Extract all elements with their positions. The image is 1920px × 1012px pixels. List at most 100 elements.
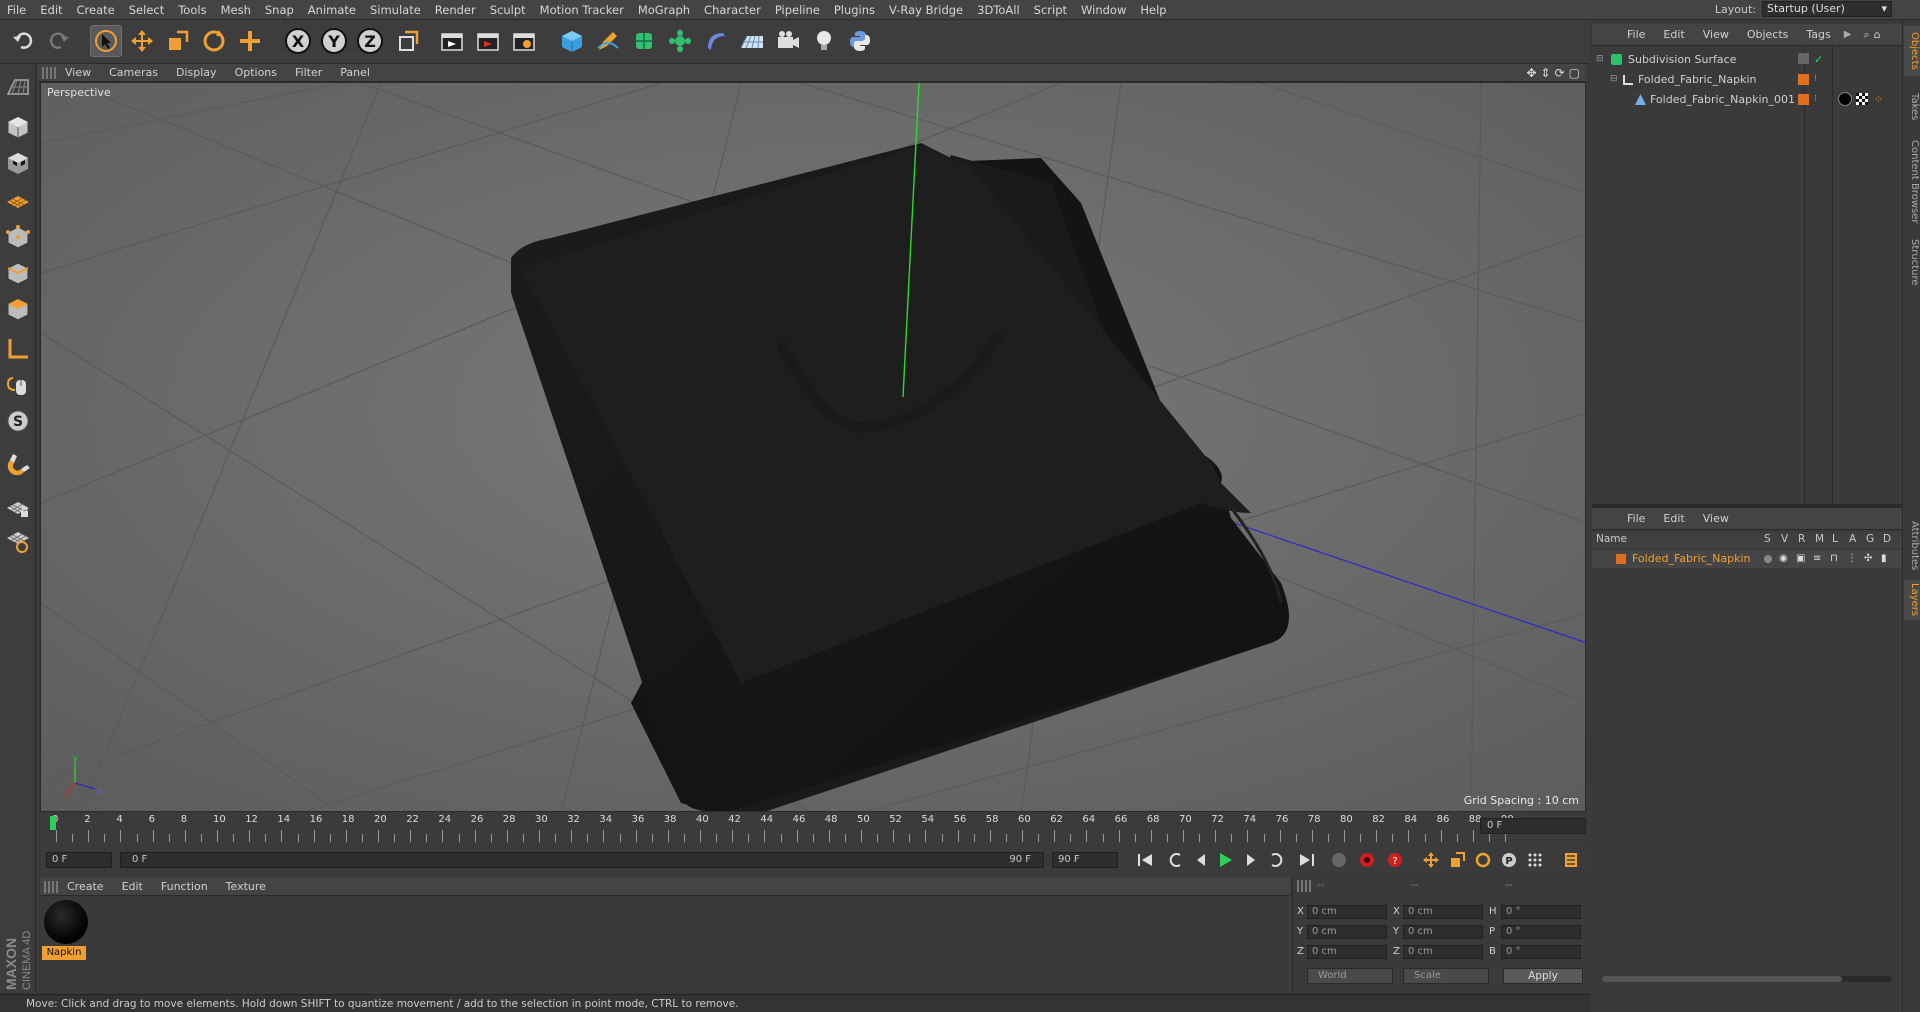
light-icon[interactable] xyxy=(808,25,840,57)
min-frame-field[interactable]: 0 F xyxy=(46,852,112,868)
panel-grip-icon[interactable] xyxy=(44,880,58,893)
tweak-mode-icon[interactable] xyxy=(3,370,33,400)
snap-magnet-icon[interactable] xyxy=(3,450,33,480)
render-toggle-icon[interactable]: ▣ xyxy=(1796,550,1805,568)
generator-toggle-icon[interactable]: ✣ xyxy=(1864,550,1872,568)
go-to-end-icon[interactable] xyxy=(1296,849,1318,871)
tab-layers[interactable]: Layers xyxy=(1904,580,1920,620)
menu-character[interactable]: Character xyxy=(697,0,768,20)
chevron-right-icon[interactable]: ▶ xyxy=(1844,29,1852,40)
material-swatch-napkin[interactable] xyxy=(44,900,88,944)
menu-render[interactable]: Render xyxy=(428,0,483,20)
material-tag-icon[interactable] xyxy=(1838,92,1852,106)
render-view-icon[interactable] xyxy=(436,25,468,57)
menu-motion-tracker[interactable]: Motion Tracker xyxy=(533,0,631,20)
next-frame-icon[interactable] xyxy=(1240,849,1262,871)
move-icon[interactable] xyxy=(126,25,158,57)
search-icon[interactable]: ⌕ xyxy=(1863,28,1869,42)
dolly-view-icon[interactable]: ⇕ xyxy=(1541,66,1551,80)
tab-objects[interactable]: Objects xyxy=(1904,26,1920,76)
workplane-mode-icon[interactable] xyxy=(3,184,33,214)
layer-color-swatch[interactable] xyxy=(1798,94,1809,105)
undo-icon[interactable] xyxy=(8,25,40,57)
subdivision-icon[interactable] xyxy=(628,25,660,57)
pos-y-field[interactable]: 0 cm xyxy=(1307,925,1387,939)
planar-workplane-icon[interactable] xyxy=(3,526,33,556)
perspective-viewport[interactable]: y z Perspective Grid Spacing : 10 cm xyxy=(40,82,1586,812)
enabled-check-icon[interactable]: ✓ xyxy=(1814,50,1823,69)
layer-color-swatch[interactable] xyxy=(1798,53,1809,64)
max-frame-field[interactable]: 90 F xyxy=(1052,852,1118,868)
material-menu-create[interactable]: Create xyxy=(58,880,113,893)
object-row-folded-fabric-napkin[interactable]: ⊟ Folded_Fabric_Napkin ⁝ xyxy=(1592,70,1902,89)
python-icon[interactable] xyxy=(844,25,876,57)
menu-help[interactable]: Help xyxy=(1133,0,1173,20)
pen-icon[interactable] xyxy=(592,25,624,57)
texture-mode-icon[interactable] xyxy=(3,148,33,178)
objects-menu-file[interactable]: File xyxy=(1618,28,1654,41)
rot-p-field[interactable]: 0 ° xyxy=(1501,925,1581,939)
size-mode-dropdown[interactable]: Scale xyxy=(1403,968,1489,984)
tab-attributes[interactable]: Attributes xyxy=(1904,516,1920,576)
menu-create[interactable]: Create xyxy=(70,0,122,20)
material-menu-function[interactable]: Function xyxy=(152,880,217,893)
deformer-icon[interactable] xyxy=(700,25,732,57)
menu-mesh[interactable]: Mesh xyxy=(214,0,258,20)
current-frame-field[interactable]: 0 F xyxy=(1480,818,1586,834)
layers-menu-file[interactable]: File xyxy=(1618,512,1654,525)
keyframe-selection-icon[interactable]: ? xyxy=(1384,849,1406,871)
lock-icon[interactable]: ⊓ xyxy=(1830,550,1838,568)
layer-color-swatch[interactable] xyxy=(1798,74,1809,85)
solo-toggle-icon[interactable] xyxy=(1764,555,1772,563)
menu-file[interactable]: File xyxy=(0,0,33,20)
horizontal-scrollbar[interactable] xyxy=(1602,976,1892,982)
render-settings-icon[interactable] xyxy=(508,25,540,57)
cube-icon[interactable] xyxy=(556,25,588,57)
polygons-mode-icon[interactable] xyxy=(3,294,33,324)
objects-menu-view[interactable]: View xyxy=(1694,28,1738,41)
animation-toggle-icon[interactable]: ⋮ xyxy=(1847,550,1857,568)
edges-mode-icon[interactable] xyxy=(3,258,33,288)
y-axis-icon[interactable]: Y xyxy=(318,25,350,57)
autokeying-icon[interactable] xyxy=(1356,849,1378,871)
locked-workplane-icon[interactable] xyxy=(3,492,33,522)
make-editable-icon[interactable] xyxy=(3,72,33,102)
eye-icon[interactable]: ◉ xyxy=(1779,550,1788,568)
tab-content-browser[interactable]: Content Browser xyxy=(1904,136,1920,228)
object-row-subdivision-surface[interactable]: ⊟ Subdivision Surface ✓ xyxy=(1592,50,1902,69)
menu-select[interactable]: Select xyxy=(122,0,171,20)
render-picture-viewer-icon[interactable] xyxy=(472,25,504,57)
objects-menu-tags[interactable]: Tags xyxy=(1797,28,1839,41)
x-axis-icon[interactable]: X xyxy=(282,25,314,57)
go-to-start-icon[interactable] xyxy=(1134,849,1156,871)
menu-simulate[interactable]: Simulate xyxy=(363,0,428,20)
maximize-view-icon[interactable]: ▢ xyxy=(1569,66,1580,80)
scale-icon[interactable] xyxy=(162,25,194,57)
orbit-view-icon[interactable]: ⟳ xyxy=(1555,66,1565,80)
previous-frame-icon[interactable] xyxy=(1190,849,1212,871)
viewport-menu-view[interactable]: View xyxy=(56,66,100,79)
size-z-field[interactable]: 0 cm xyxy=(1403,945,1483,959)
points-mode-icon[interactable] xyxy=(3,222,33,252)
timeline-window-icon[interactable] xyxy=(1560,849,1582,871)
tab-structure[interactable]: Structure xyxy=(1904,232,1920,292)
size-y-field[interactable]: 0 cm xyxy=(1403,925,1483,939)
pan-view-icon[interactable]: ✥ xyxy=(1526,66,1536,80)
menu-animate[interactable]: Animate xyxy=(301,0,363,20)
rotate-icon[interactable] xyxy=(198,25,230,57)
key-pla-icon[interactable] xyxy=(1524,849,1546,871)
floor-icon[interactable] xyxy=(736,25,768,57)
key-position-icon[interactable] xyxy=(1420,849,1442,871)
menu-tools[interactable]: Tools xyxy=(171,0,213,20)
timeline-ruler[interactable]: 0246810121416182022242628303234363840424… xyxy=(40,814,1586,844)
key-rotation-icon[interactable] xyxy=(1472,849,1494,871)
collapse-icon[interactable]: ⊟ xyxy=(1610,70,1618,89)
layout-dropdown[interactable]: Startup (User) xyxy=(1762,1,1892,17)
menu-mograph[interactable]: MoGraph xyxy=(631,0,697,20)
coordinate-system-icon[interactable] xyxy=(392,25,424,57)
apply-button[interactable]: Apply xyxy=(1503,968,1583,984)
menu-3dtoall[interactable]: 3DToAll xyxy=(970,0,1027,20)
viewport-menu-cameras[interactable]: Cameras xyxy=(100,66,167,79)
rot-b-field[interactable]: 0 ° xyxy=(1501,945,1581,959)
z-axis-icon[interactable]: Z xyxy=(354,25,386,57)
